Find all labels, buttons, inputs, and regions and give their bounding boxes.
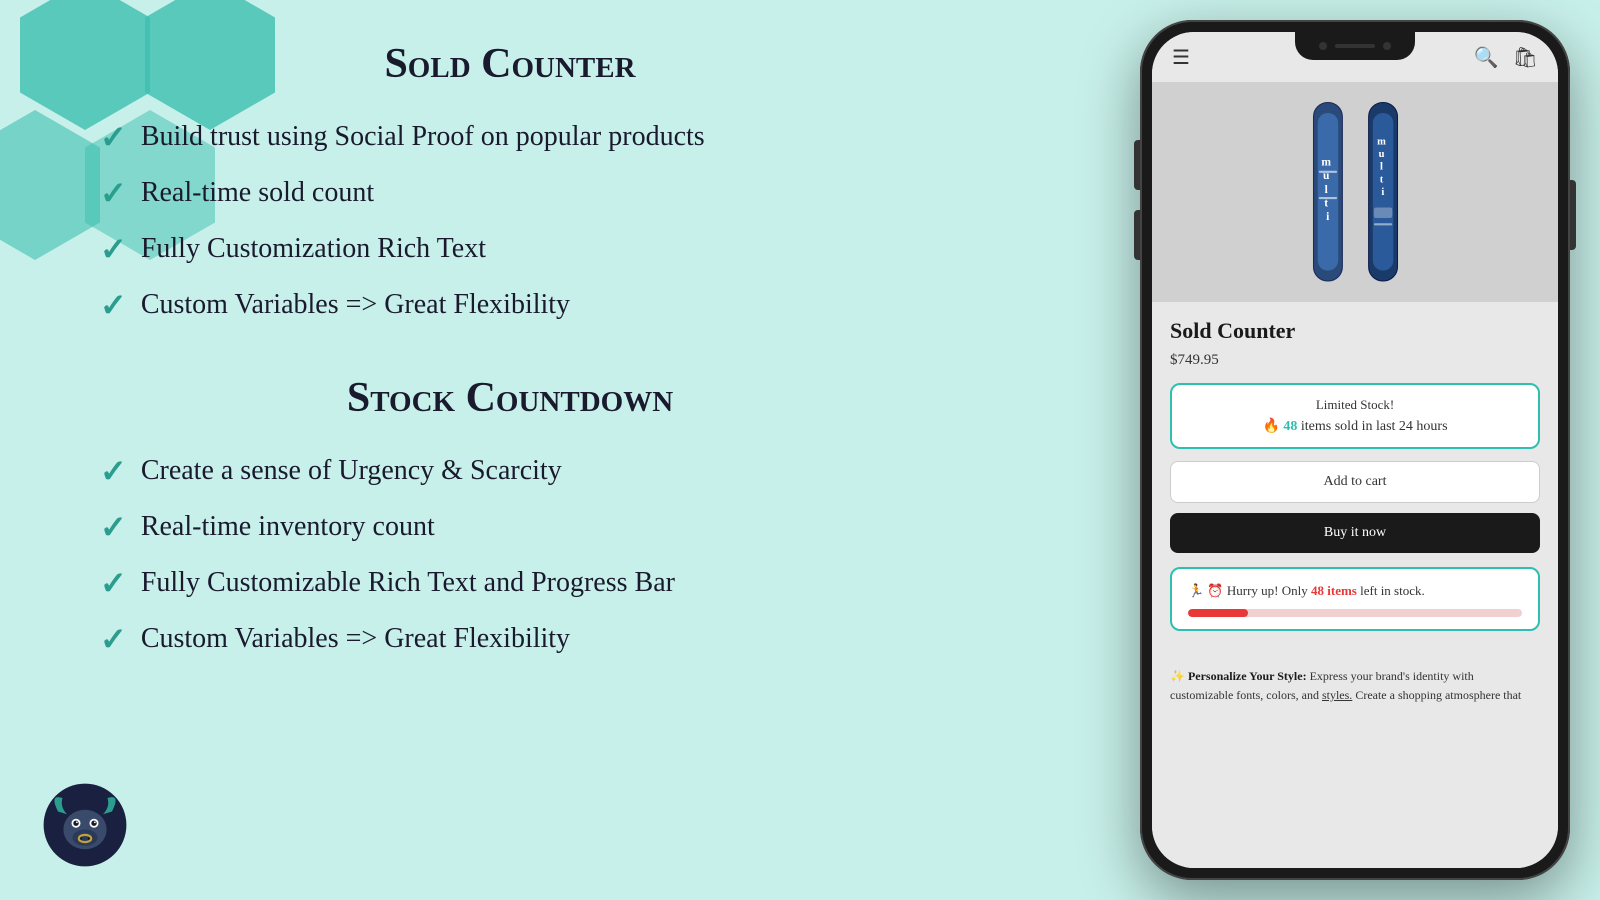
feature-text: Fully Customizable Rich Text and Progres… xyxy=(141,567,675,599)
stock-countdown-widget: 🏃 ⏰ Hurry up! Only 48 items left in stoc… xyxy=(1170,567,1540,631)
product-price: $749.95 xyxy=(1170,352,1540,369)
feature-text: Build trust using Social Proof on popula… xyxy=(141,121,705,153)
phone-notch xyxy=(1295,32,1415,60)
feature-item: ✓ Build trust using Social Proof on popu… xyxy=(100,118,920,156)
product-name: Sold Counter xyxy=(1170,318,1540,344)
bull-logo xyxy=(40,780,130,870)
feature-item: ✓ Fully Customizable Rich Text and Progr… xyxy=(100,564,920,602)
stock-count: 48 items xyxy=(1311,583,1357,598)
cart-icon[interactable]: 🛍 xyxy=(1513,45,1538,70)
running-emoji: 🏃 ⏰ xyxy=(1188,583,1227,598)
check-icon: ✓ xyxy=(100,230,127,268)
feature-text: Fully Customization Rich Text xyxy=(141,233,486,265)
check-icon: ✓ xyxy=(100,174,127,212)
stock-progress-bar xyxy=(1188,609,1522,617)
product-image-area: m u l t i m u xyxy=(1152,82,1558,302)
feature-text: Real-time inventory count xyxy=(141,511,435,543)
hamburger-icon[interactable]: ☰ xyxy=(1172,45,1190,70)
feature-item: ✓ Real-time sold count xyxy=(100,174,920,212)
sold-counter-widget-title: Limited Stock! xyxy=(1188,397,1522,413)
notch-camera xyxy=(1319,42,1327,50)
sold-count-number: 48 xyxy=(1283,419,1297,434)
phone-header-icons: 🔍 🛍 xyxy=(1474,45,1538,70)
personalize-bold-text: ✨ Personalize Your Style: xyxy=(1170,669,1307,683)
feature-text: Custom Variables => Great Flexibility xyxy=(141,623,570,655)
sold-counter-widget: Limited Stock! 🔥 48 items sold in last 2… xyxy=(1170,383,1540,449)
phone-outer-frame: ☰ 🔍 🛍 m xyxy=(1140,20,1570,880)
personalize-section: ✨ Personalize Your Style: Express your b… xyxy=(1152,657,1558,715)
phone-mockup: ☰ 🔍 🛍 m xyxy=(1140,20,1570,880)
buy-now-button[interactable]: Buy it now xyxy=(1170,513,1540,553)
check-icon: ✓ xyxy=(100,564,127,602)
add-to-cart-button[interactable]: Add to cart xyxy=(1170,461,1540,503)
feature-item: ✓ Real-time inventory count xyxy=(100,508,920,546)
stock-text-prefix: Hurry up! Only xyxy=(1227,583,1311,598)
feature-text: Create a sense of Urgency & Scarcity xyxy=(141,455,562,487)
stock-countdown-text: 🏃 ⏰ Hurry up! Only 48 items left in stoc… xyxy=(1188,581,1522,601)
left-content: Sold Counter ✓ Build trust using Social … xyxy=(100,40,920,708)
fire-emoji: 🔥 xyxy=(1262,419,1283,434)
check-icon: ✓ xyxy=(100,286,127,324)
feature-text: Real-time sold count xyxy=(141,177,374,209)
personalize-body2: Create a shopping atmosphere that xyxy=(1355,688,1521,702)
sold-counter-suffix: items sold in last 24 hours xyxy=(1301,419,1448,434)
feature-item: ✓ Custom Variables => Great Flexibility xyxy=(100,286,920,324)
sold-counter-title: Sold Counter xyxy=(100,40,920,88)
phone-content: m u l t i m u xyxy=(1152,82,1558,868)
check-icon: ✓ xyxy=(100,620,127,658)
notch-speaker xyxy=(1335,44,1375,48)
stock-text-suffix: left in stock. xyxy=(1357,583,1425,598)
feature-item: ✓ Create a sense of Urgency & Scarcity xyxy=(100,452,920,490)
feature-item: ✓ Fully Customization Rich Text xyxy=(100,230,920,268)
stock-countdown-features: ✓ Create a sense of Urgency & Scarcity ✓… xyxy=(100,452,920,658)
feature-text: Custom Variables => Great Flexibility xyxy=(141,289,570,321)
check-icon: ✓ xyxy=(100,118,127,156)
product-info: Sold Counter $749.95 Limited Stock! 🔥 48… xyxy=(1152,302,1558,657)
check-icon: ✓ xyxy=(100,452,127,490)
feature-item: ✓ Custom Variables => Great Flexibility xyxy=(100,620,920,658)
sold-counter-widget-body: 🔥 48 items sold in last 24 hours xyxy=(1188,418,1522,435)
search-icon[interactable]: 🔍 xyxy=(1474,45,1499,70)
phone-top-bar: ☰ 🔍 🛍 xyxy=(1152,32,1558,82)
notch-sensor xyxy=(1383,42,1391,50)
product-image: m u l t i m u xyxy=(1303,92,1408,302)
phone-screen: ☰ 🔍 🛍 m xyxy=(1152,32,1558,868)
check-icon: ✓ xyxy=(100,508,127,546)
stock-countdown-title: Stock Countdown xyxy=(100,374,920,422)
stock-progress-fill xyxy=(1188,609,1248,617)
personalize-text: ✨ Personalize Your Style: Express your b… xyxy=(1170,667,1540,705)
personalize-underlined: styles. xyxy=(1322,688,1352,702)
sold-counter-features: ✓ Build trust using Social Proof on popu… xyxy=(100,118,920,324)
